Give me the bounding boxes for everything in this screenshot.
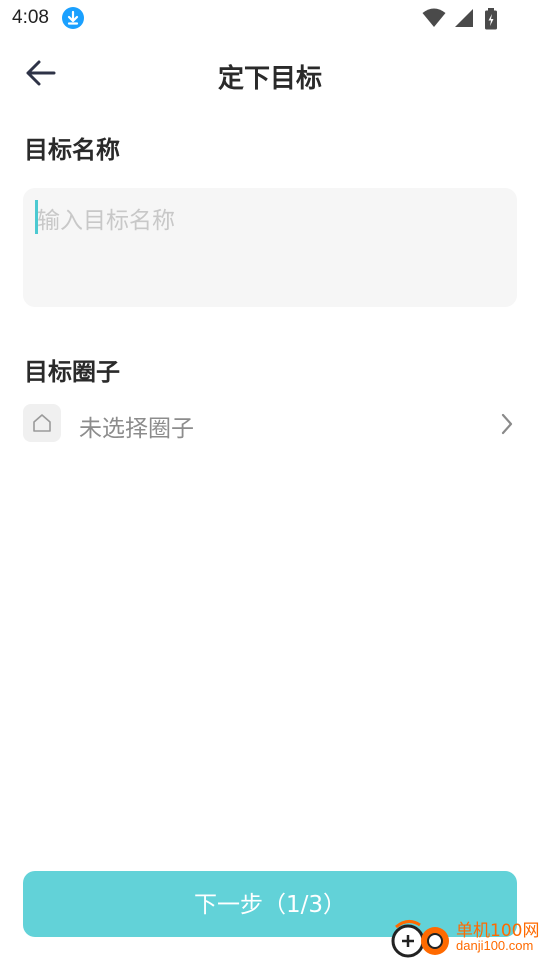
circle-selector[interactable]: 未选择圈子 — [23, 403, 517, 447]
text-cursor — [35, 200, 38, 234]
circle-selector-value: 未选择圈子 — [79, 416, 194, 442]
page-title: 定下目标 — [217, 64, 322, 94]
goal-name-input[interactable] — [35, 200, 509, 242]
signal-icon — [455, 9, 473, 27]
goal-name-label: 目标名称 — [24, 136, 120, 164]
watermark: 单机100网 danji100.com — [388, 913, 540, 960]
status-bar: 4:08 — [0, 0, 540, 36]
watermark-logo-icon — [391, 920, 449, 958]
download-icon — [62, 7, 84, 29]
watermark-en-text: danji100.com — [456, 938, 534, 953]
goal-name-input-box[interactable] — [23, 188, 517, 307]
wifi-icon — [422, 8, 446, 27]
status-time: 4:08 — [12, 7, 49, 28]
battery-icon — [485, 8, 497, 30]
chevron-right-icon — [501, 413, 513, 435]
header: 定下目标 — [0, 44, 540, 104]
home-icon — [33, 414, 51, 432]
goal-circle-label: 目标圈子 — [24, 358, 120, 386]
circle-icon-box — [23, 404, 61, 442]
